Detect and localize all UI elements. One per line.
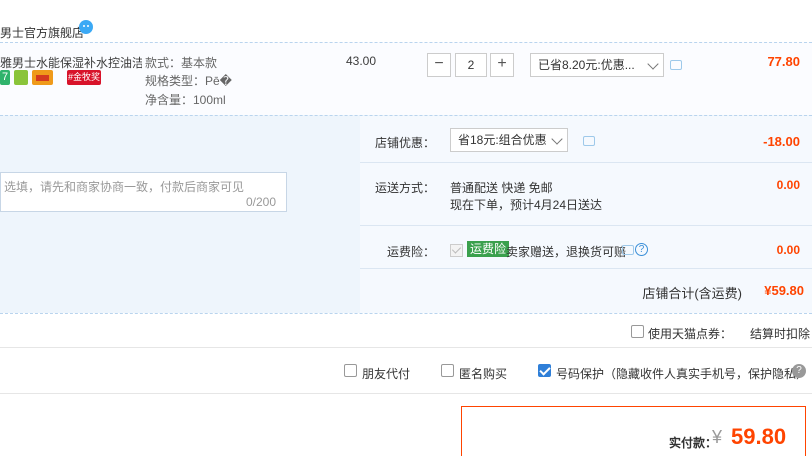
quantity-stepper: − + (427, 53, 514, 77)
item-promo-value: 已省8.20元:优惠... (538, 58, 635, 72)
use-points-label: 使用天猫点券： (648, 327, 733, 341)
item-subtotal: 77.80 (767, 54, 800, 69)
sku-spec: 规格类型：Pē� (145, 74, 232, 88)
quantity-input[interactable] (455, 53, 487, 77)
item-row (0, 42, 812, 115)
store-header (0, 0, 812, 42)
payment-label: 实付款： (669, 436, 718, 450)
insurance-cost: 0.00 (776, 243, 800, 257)
divider (0, 393, 812, 394)
shipping-method: 普通配送 快递 免邮 (450, 181, 553, 195)
wangwang-chat-icon[interactable] (79, 20, 93, 34)
message-icon[interactable] (583, 136, 595, 146)
insurance-checkbox (450, 244, 463, 257)
insurance-tag: 运费险 (467, 241, 510, 257)
points-note: 结算时扣除 (750, 327, 811, 341)
shipping-label: 运送方式： (374, 181, 435, 195)
badge-shield-icon (14, 70, 28, 85)
number-protect-checkbox[interactable] (538, 364, 551, 377)
badge-7-icon: 7 (0, 70, 10, 85)
shipping-cost: 0.00 (776, 178, 800, 192)
anonymous-checkbox[interactable] (441, 364, 454, 377)
plus-button[interactable]: + (490, 53, 514, 77)
shipping-eta: 现在下单，预计4月24日送达 (450, 198, 603, 212)
message-icon[interactable] (622, 245, 634, 255)
store-total-label: 店铺合计(含运费) (642, 286, 742, 301)
store-promo-select[interactable]: 省18元:组合优惠 (450, 128, 568, 152)
store-name[interactable]: 男士官方旗舰店 (0, 24, 84, 41)
item-promo-select[interactable]: 已省8.20元:优惠... (530, 53, 664, 77)
divider (360, 268, 812, 269)
store-promo-value: 省18元:组合优惠 (458, 133, 547, 147)
message-char-count: 0/200 (246, 195, 277, 209)
badge-card-icon (32, 70, 53, 85)
store-total: ¥59.80 (764, 283, 804, 298)
insurance-text: 卖家赠送，退换货可赔 (506, 245, 627, 259)
sku-volume: 净含量：100ml (145, 93, 226, 107)
chevron-down-icon (647, 58, 659, 70)
divider (360, 225, 812, 226)
unit-price: 43.00 (346, 54, 377, 68)
anonymous-label: 匿名购买 (459, 367, 508, 381)
store-discount: -18.00 (763, 134, 800, 149)
payment-amount: 59.80 (731, 424, 787, 449)
badge-gold-award: #金牧奖 (67, 70, 101, 85)
sku-style: 款式：基本款 (145, 56, 218, 70)
item-title[interactable]: 雅男士水能保湿补水控油洁... (0, 54, 142, 71)
currency-symbol: ¥ (712, 427, 723, 447)
friend-pay-checkbox[interactable] (344, 364, 357, 377)
use-points-checkbox[interactable] (631, 325, 644, 338)
message-icon[interactable] (670, 60, 682, 70)
friend-pay-label: 朋友代付 (362, 367, 411, 381)
minus-button[interactable]: − (427, 53, 451, 77)
number-protect-label: 号码保护（隐藏收件人真实手机号，保护隐私） (556, 367, 809, 381)
store-promo-label: 店铺优惠： (374, 136, 435, 150)
buyer-message-placeholder: 选填，请先和商家协商一致，付款后商家可见 (4, 180, 245, 194)
help-icon[interactable]: ? (635, 243, 648, 256)
insurance-label: 运费险： (386, 245, 435, 259)
chevron-down-icon (551, 133, 563, 145)
divider (360, 162, 812, 163)
help-icon[interactable]: ? (792, 364, 806, 378)
